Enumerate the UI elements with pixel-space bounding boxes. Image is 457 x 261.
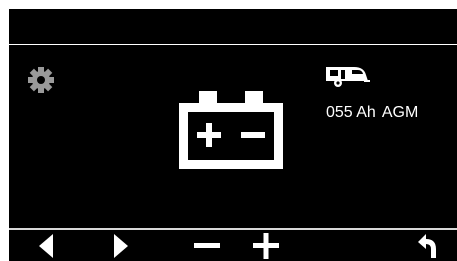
capacity-value: 055 Ah <box>326 104 376 121</box>
caravan-icon <box>326 67 370 87</box>
back-button[interactable] <box>409 231 443 261</box>
gear-icon[interactable] <box>26 65 56 95</box>
return-arrow-icon <box>418 234 436 258</box>
decrease-button[interactable] <box>189 231 225 261</box>
header-divider <box>9 44 457 45</box>
battery-type-value: AGM <box>381 104 419 121</box>
battery-icon <box>179 91 283 169</box>
minus-icon <box>194 243 220 248</box>
prev-button[interactable] <box>31 231 63 261</box>
battery-info: 055 Ah AGM <box>326 104 424 122</box>
device-screen: 055 Ah AGM <box>9 9 457 261</box>
arrow-left-icon <box>39 234 53 258</box>
increase-button[interactable] <box>248 231 284 261</box>
footer-divider <box>9 228 457 230</box>
arrow-right-icon <box>114 234 128 258</box>
plus-icon <box>253 233 279 259</box>
next-button[interactable] <box>104 231 136 261</box>
